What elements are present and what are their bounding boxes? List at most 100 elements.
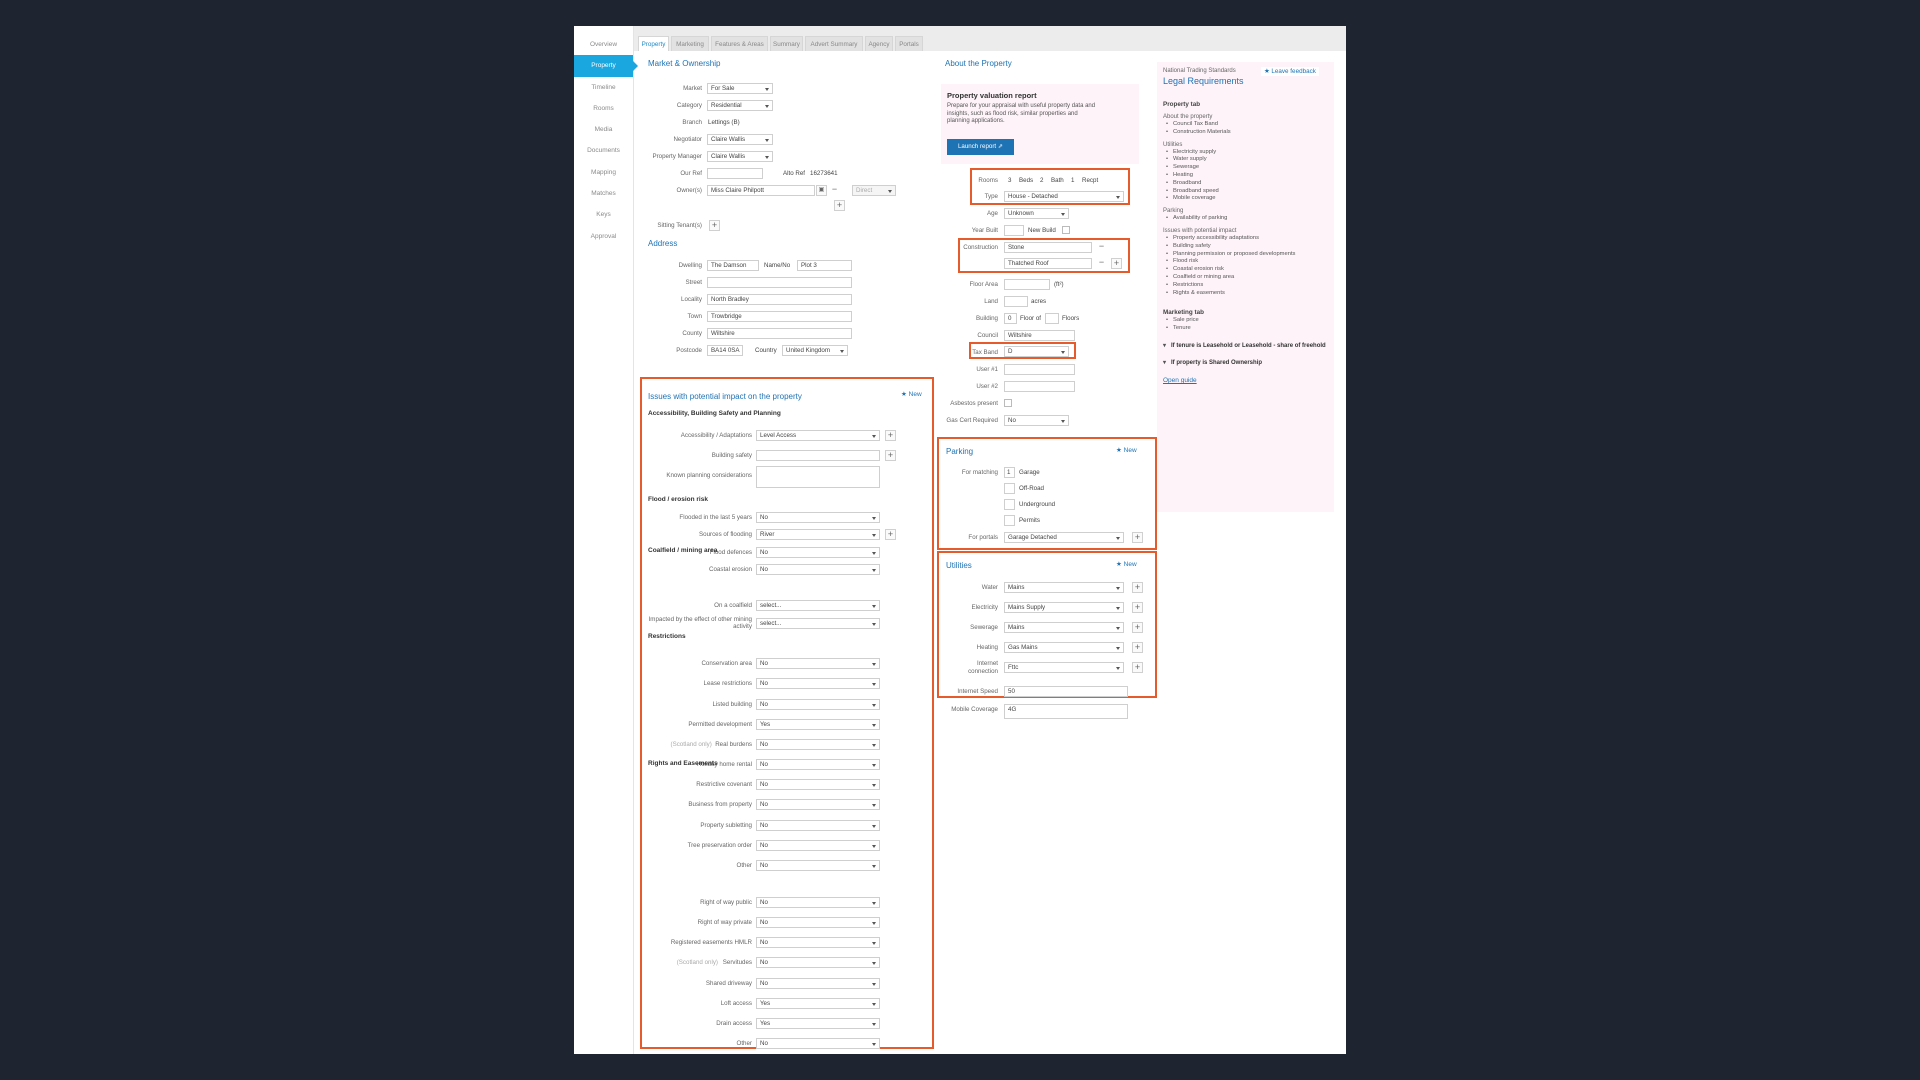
floors-input[interactable] [1045, 313, 1059, 324]
add-parking-portal-icon[interactable]: + [1132, 532, 1143, 543]
tab-portals[interactable]: Portals [895, 36, 923, 51]
launch-report-button[interactable]: Launch report ⇗ [947, 139, 1014, 155]
nav-mapping[interactable]: Mapping [574, 162, 633, 183]
tax-band-select[interactable]: D [1004, 346, 1069, 357]
nav-keys[interactable]: Keys [574, 204, 633, 225]
county-input[interactable]: Wiltshire [707, 328, 852, 339]
issue-select[interactable]: No [756, 799, 880, 810]
underground-count-input[interactable] [1004, 499, 1015, 510]
issue-select[interactable]: No [756, 840, 880, 851]
open-guide-link[interactable]: Open guide [1163, 377, 1197, 384]
issue-select[interactable]: No [756, 564, 880, 575]
issue-select[interactable]: No [756, 678, 880, 689]
leasehold-expander[interactable]: If tenure is Leasehold or Leasehold - sh… [1163, 343, 1331, 350]
tab-advert-summary[interactable]: Advert Summary [805, 36, 863, 51]
issues-new-badge[interactable]: ★ New [901, 390, 922, 398]
add-water-icon[interactable]: + [1132, 582, 1143, 593]
add-electricity-icon[interactable]: + [1132, 602, 1143, 613]
add-construction-icon[interactable]: + [1111, 258, 1122, 269]
nav-approval[interactable]: Approval [574, 226, 633, 247]
age-select[interactable]: Unknown [1004, 208, 1069, 219]
tab-features-areas[interactable]: Features & Areas [711, 36, 768, 51]
issue-select[interactable]: No [756, 937, 880, 948]
add-sewerage-icon[interactable]: + [1132, 622, 1143, 633]
issue-select[interactable]: No [756, 759, 880, 770]
nav-overview[interactable]: Overview [574, 34, 633, 55]
internet-speed-input[interactable]: 50 [1004, 686, 1128, 697]
nav-rooms[interactable]: Rooms [574, 98, 633, 119]
year-built-input[interactable] [1004, 225, 1024, 236]
floor-area-input[interactable] [1004, 279, 1050, 290]
shared-ownership-expander[interactable]: If property is Shared Ownership [1163, 360, 1331, 367]
issue-select[interactable]: No [756, 739, 880, 750]
issue-select[interactable]: No [756, 897, 880, 908]
tab-agency[interactable]: Agency [865, 36, 893, 51]
add-internet-icon[interactable]: + [1132, 662, 1143, 673]
issue-textarea[interactable] [756, 466, 880, 488]
property-manager-select[interactable]: Claire Wallis [707, 151, 773, 162]
owner-direct-select[interactable]: Direct [852, 185, 896, 196]
add-tenant-icon[interactable]: + [709, 220, 720, 231]
issue-select[interactable]: No [756, 860, 880, 871]
issue-select[interactable]: No [756, 512, 880, 523]
asbestos-checkbox[interactable] [1004, 399, 1012, 407]
leave-feedback-button[interactable]: ★ Leave feedback [1261, 67, 1319, 76]
building-floor-input[interactable]: 0 [1004, 313, 1017, 324]
recpt-value[interactable]: 1 [1071, 177, 1074, 184]
add-issue-icon[interactable]: + [885, 430, 896, 441]
issue-select[interactable]: No [756, 957, 880, 968]
issue-select[interactable]: Yes [756, 719, 880, 730]
add-issue-icon[interactable]: + [885, 450, 896, 461]
nav-timeline[interactable]: Timeline [574, 77, 633, 98]
negotiator-select[interactable]: Claire Wallis [707, 134, 773, 145]
name-no-input[interactable]: Plot 3 [797, 260, 852, 271]
town-input[interactable]: Trowbridge [707, 311, 852, 322]
issue-select[interactable]: select... [756, 618, 880, 629]
type-select[interactable]: House - Detached [1004, 191, 1124, 202]
off-road-count-input[interactable] [1004, 483, 1015, 494]
dwelling-input[interactable]: The Damson [707, 260, 759, 271]
permits-count-input[interactable] [1004, 515, 1015, 526]
owners-input[interactable]: Miss Claire Philpott [707, 185, 815, 196]
internet-connection-select[interactable]: Fttc [1004, 662, 1124, 673]
add-issue-icon[interactable]: + [885, 529, 896, 540]
gas-cert-select[interactable]: No [1004, 415, 1069, 426]
our-ref-input[interactable] [707, 168, 763, 179]
issue-select[interactable]: No [756, 699, 880, 710]
council-input[interactable]: Wiltshire [1004, 330, 1075, 341]
country-select[interactable]: United Kingdom [782, 345, 848, 356]
add-owner-icon[interactable]: + [834, 200, 845, 211]
issue-input[interactable] [756, 450, 880, 461]
postcode-input[interactable]: BA14 0SA [707, 345, 743, 356]
user1-input[interactable] [1004, 364, 1075, 375]
parking-new-badge[interactable]: ★ New [1116, 446, 1137, 454]
issue-select[interactable]: No [756, 820, 880, 831]
owner-card-icon[interactable]: ▣ [816, 185, 827, 196]
tab-marketing[interactable]: Marketing [671, 36, 709, 51]
bath-value[interactable]: 2 [1040, 177, 1043, 184]
utilities-new-badge[interactable]: ★ New [1116, 560, 1137, 568]
water-select[interactable]: Mains [1004, 582, 1124, 593]
issue-select[interactable]: select... [756, 600, 880, 611]
street-input[interactable] [707, 277, 852, 288]
issue-select[interactable]: Level Access [756, 430, 880, 441]
issue-select[interactable]: No [756, 917, 880, 928]
issue-select[interactable]: Yes [756, 998, 880, 1009]
nav-media[interactable]: Media [574, 119, 633, 140]
issue-select[interactable]: Yes [756, 1018, 880, 1029]
market-select[interactable]: For Sale [707, 83, 773, 94]
beds-value[interactable]: 3 [1008, 177, 1011, 184]
user2-input[interactable] [1004, 381, 1075, 392]
issue-select[interactable]: No [756, 779, 880, 790]
issue-select[interactable]: No [756, 547, 880, 558]
heating-select[interactable]: Gas Mains [1004, 642, 1124, 653]
tab-summary[interactable]: Summary [770, 36, 803, 51]
for-portals-select[interactable]: Garage Detached [1004, 532, 1124, 543]
remove-construction-1-icon[interactable]: − [1096, 242, 1107, 253]
mobile-coverage-input[interactable]: 4G [1004, 704, 1128, 719]
remove-construction-2-icon[interactable]: − [1096, 258, 1107, 269]
locality-input[interactable]: North Bradley [707, 294, 852, 305]
remove-owner-icon[interactable]: − [829, 185, 840, 196]
issue-select[interactable]: No [756, 978, 880, 989]
nav-matches[interactable]: Matches [574, 183, 633, 204]
